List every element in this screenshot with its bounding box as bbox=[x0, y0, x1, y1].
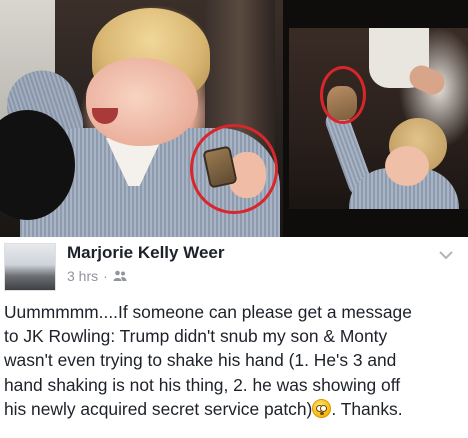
photo-boy-face bbox=[86, 58, 198, 146]
photo-boy-holding-patch[interactable] bbox=[0, 0, 283, 237]
post-text-segment: his newly acquired secret service patch) bbox=[4, 398, 313, 419]
post-timestamp[interactable]: 3 hrs bbox=[67, 268, 98, 284]
facebook-post: Marjorie Kelly Weer 3 hrs · Uummmmm....I… bbox=[0, 237, 468, 438]
post-photos[interactable] bbox=[0, 0, 468, 237]
post-text-line: Uummmmm....If someone can please get a m… bbox=[4, 302, 412, 322]
post-text-line: hand shaking is not his thing, 2. he was… bbox=[4, 374, 401, 395]
post-text-last-line: his newly acquired secret service patch)… bbox=[4, 397, 466, 421]
red-highlight-circle bbox=[190, 124, 278, 214]
photo-boy-face bbox=[385, 146, 429, 186]
post-text-line: to JK Rowling: Trump didn't snub my son … bbox=[4, 326, 388, 347]
flushed-face-emoji-icon bbox=[312, 398, 332, 418]
post-text: Uummmmm....If someone can please get a m… bbox=[4, 300, 466, 421]
photo-boy-raising-patch[interactable] bbox=[289, 28, 468, 209]
friends-icon[interactable] bbox=[113, 270, 127, 282]
chevron-down-icon[interactable] bbox=[438, 249, 454, 261]
post-text-line: wasn't even trying to shake his hand (1.… bbox=[4, 350, 397, 371]
avatar[interactable] bbox=[4, 243, 56, 291]
red-highlight-circle bbox=[320, 66, 366, 124]
post-meta: 3 hrs · bbox=[67, 268, 127, 284]
author-name[interactable]: Marjorie Kelly Weer bbox=[67, 243, 224, 263]
post-text-tail: . Thanks. bbox=[331, 398, 403, 419]
meta-separator: · bbox=[103, 268, 108, 284]
